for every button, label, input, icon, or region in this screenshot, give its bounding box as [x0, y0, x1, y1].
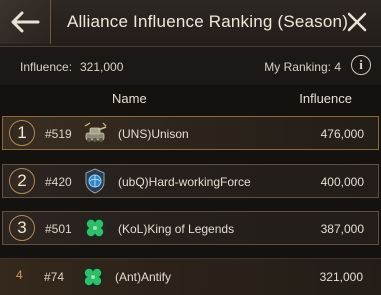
blue-globe-emblem-icon	[85, 168, 105, 194]
influence-score: 400,000	[320, 175, 364, 189]
my-alliance-row[interactable]: 4 #74 (Ant)Antify 321,000	[0, 258, 381, 295]
column-header-influence: Influence	[299, 91, 352, 106]
influence-score: 387,000	[320, 222, 364, 236]
ranking-row-2[interactable]: 2 #420 (ubQ)Hard-workingForce 400,000	[2, 164, 379, 198]
rank-badge: 1	[9, 120, 35, 146]
summary-bar: Influence: 321,000 My Ranking: 4 i	[0, 47, 381, 85]
server-number: #74	[44, 270, 65, 284]
rank-badge: 3	[9, 215, 35, 241]
tank-emblem-icon	[84, 122, 107, 142]
clover-emblem-icon	[82, 266, 104, 288]
column-header-name: Name	[112, 91, 147, 106]
title-bar: Alliance Influence Ranking (Season)	[0, 0, 381, 47]
rank-badge: 2	[9, 168, 35, 194]
server-number: #420	[45, 175, 72, 189]
back-arrow-icon	[11, 11, 40, 33]
influence-score: 321,000	[319, 270, 363, 284]
close-button[interactable]	[345, 10, 369, 34]
server-number: #501	[45, 222, 72, 236]
alliance-name: (KoL)King of Legends	[118, 222, 235, 236]
influence-value: 321,000	[80, 60, 124, 74]
ranking-row-3[interactable]: 3 #501 (KoL)King of Legends 387,000	[2, 211, 379, 245]
alliance-name: (UNS)Unison	[118, 127, 189, 141]
ranking-row-1[interactable]: 1 #519 (UNS)Unison 476,000	[2, 116, 379, 150]
page-title: Alliance Influence Ranking (Season)	[67, 12, 349, 31]
info-icon[interactable]: i	[351, 55, 371, 75]
rank-number: 4	[16, 268, 23, 282]
influence-score: 476,000	[320, 127, 364, 141]
clover-emblem-icon	[84, 217, 106, 239]
server-number: #519	[45, 127, 72, 141]
close-icon	[347, 12, 367, 32]
alliance-name: (Ant)Antify	[115, 270, 172, 284]
my-ranking: My Ranking: 4	[264, 60, 341, 74]
back-button[interactable]	[0, 0, 51, 44]
alliance-name: (ubQ)Hard-workingForce	[118, 175, 251, 189]
influence-label: Influence:	[20, 60, 73, 74]
